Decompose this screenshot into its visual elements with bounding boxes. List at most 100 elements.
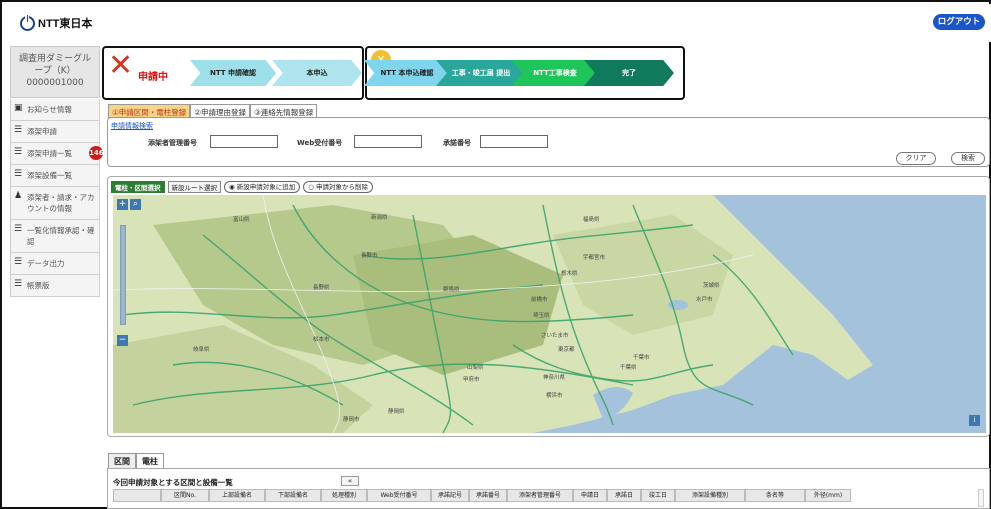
person-icon: ♟ bbox=[14, 191, 23, 201]
list-icon: ☰ bbox=[14, 257, 23, 267]
sidebar-item-data-output[interactable]: ☰ データ出力 bbox=[10, 253, 100, 275]
user-name: 調査用ダミーグループ（K） bbox=[18, 54, 91, 76]
current-step-x-icon: ✕ bbox=[108, 48, 134, 83]
monitor-icon: ▣ bbox=[14, 103, 23, 113]
column-header[interactable]: 添架者管理番号 bbox=[507, 489, 573, 502]
clear-button[interactable]: クリア bbox=[896, 152, 936, 165]
map-place-label: 岐阜県 bbox=[193, 347, 210, 353]
map-place-label: 埼玉県 bbox=[533, 313, 550, 319]
user-id: 0000001000 bbox=[26, 78, 84, 88]
step-main-application: 本申込 bbox=[272, 60, 362, 86]
new-route-select-button[interactable]: 新設ルート選択 bbox=[167, 181, 221, 193]
list-tabs: 区間 電柱 bbox=[108, 453, 164, 469]
step-ntt-review: NTT 申請確認 bbox=[190, 60, 276, 86]
search-panel: 申請情報検索 添架者管理番号 Web受付番号 承諾番号 クリア 検索 bbox=[107, 117, 990, 167]
add-to-application-radio[interactable]: ◉ 新設申請対象に追加 bbox=[224, 181, 301, 193]
column-header[interactable]: 承諾日 bbox=[607, 489, 641, 502]
sidebar-item-notices[interactable]: ▣ お知らせ情報 bbox=[10, 99, 100, 121]
map-place-label: 千葉市 bbox=[633, 355, 650, 361]
logout-button[interactable]: ログアウト bbox=[933, 14, 985, 30]
sidebar-item-label: 一覧化情報承認・確認 bbox=[27, 226, 95, 246]
map-place-label: 富山県 bbox=[233, 217, 250, 223]
web-reception-number-input[interactable] bbox=[354, 135, 422, 148]
table-title: 今回申請対象とする区間と設備一覧 bbox=[113, 478, 233, 487]
magnify-icon[interactable]: ⌕ bbox=[130, 199, 141, 210]
sidebar-item-label: 添架設備一覧 bbox=[27, 171, 72, 180]
sidebar-item-equipment-list[interactable]: ☰ 添架設備一覧 bbox=[10, 165, 100, 187]
step-ntt-inspection: NTT工事検査 bbox=[512, 60, 598, 86]
map-place-label: 長野県 bbox=[313, 285, 330, 291]
map-toolbar: 電柱・区間選択 新設ルート選択 ◉ 新設申請対象に追加 ○ 申請対象から削除 bbox=[111, 181, 373, 193]
sidebar: 調査用ダミーグループ（K） 0000001000 ▣ お知らせ情報 ☰ 添架申請… bbox=[10, 46, 104, 297]
list-icon: ☰ bbox=[14, 147, 23, 157]
column-header[interactable]: 承諾記号 bbox=[431, 489, 469, 502]
sidebar-item-approval[interactable]: ☰ 一覧化情報承認・確認 bbox=[10, 220, 100, 253]
column-header[interactable]: 条名等 bbox=[745, 489, 805, 502]
column-header[interactable]: 添架設備種別 bbox=[675, 489, 745, 502]
sidebar-item-label: 添架者・請求・アカウントの情報 bbox=[27, 193, 95, 213]
map-place-label: 新潟県 bbox=[371, 215, 388, 221]
step-ntt-main-review: NTT 本申込確認 bbox=[364, 60, 450, 86]
sidebar-item-account-info[interactable]: ♟ 添架者・請求・アカウントの情報 bbox=[10, 187, 100, 220]
map-place-label: 静岡市 bbox=[343, 417, 360, 423]
sidebar-item-label: データ出力 bbox=[27, 259, 65, 268]
map-panel: 電柱・区間選択 新設ルート選択 ◉ 新設申請対象に追加 ○ 申請対象から削除 +… bbox=[107, 176, 990, 437]
map-place-label: 前橋市 bbox=[531, 297, 548, 303]
info-icon[interactable]: i bbox=[969, 415, 980, 426]
field-label: 添架者管理番号 bbox=[148, 139, 197, 147]
sidebar-item-application[interactable]: ☰ 添架申請 bbox=[10, 121, 100, 143]
radio-label: 申請対象から削除 bbox=[316, 183, 368, 191]
remove-from-application-radio[interactable]: ○ 申請対象から削除 bbox=[303, 181, 373, 193]
sidebar-item-label: お知らせ情報 bbox=[27, 105, 72, 114]
zoom-slider[interactable] bbox=[120, 225, 126, 325]
map-place-label: 宇都宮市 bbox=[583, 255, 606, 261]
ntt-logo-icon bbox=[20, 14, 35, 31]
zoom-in-icon[interactable]: + bbox=[117, 199, 128, 210]
step-construction-report: 工事・竣工届 提出 bbox=[436, 60, 526, 86]
header: NTT東日本 ログアウト bbox=[4, 4, 991, 42]
column-header[interactable]: 承諾番号 bbox=[469, 489, 507, 502]
map-view[interactable]: + ⌕ − 新潟県 長野県 群馬県 栃木県 茨城県 埼玉県 東京都 神奈川県 千… bbox=[113, 195, 986, 433]
table-header-cell bbox=[113, 489, 161, 502]
map-place-label: 茨城県 bbox=[703, 283, 720, 289]
approval-number-input[interactable] bbox=[480, 135, 548, 148]
column-header[interactable]: 上部設備名 bbox=[209, 489, 265, 502]
column-header[interactable]: 申請日 bbox=[573, 489, 607, 502]
map-place-label: 神奈川県 bbox=[543, 375, 566, 381]
map-place-label: 松本市 bbox=[313, 337, 330, 343]
ntt-logo: NTT東日本 bbox=[20, 14, 92, 31]
sidebar-item-application-list[interactable]: ☰ 添架申請一覧 146 bbox=[10, 143, 104, 165]
column-header[interactable]: 処理種別 bbox=[321, 489, 367, 502]
list-icon: ☰ bbox=[14, 125, 23, 135]
collapse-button[interactable]: « bbox=[341, 476, 359, 486]
column-header[interactable]: 外径(mm) bbox=[805, 489, 851, 502]
list-icon: ☰ bbox=[14, 279, 23, 289]
search-button[interactable]: 検索 bbox=[951, 152, 985, 165]
table-scrollbar[interactable] bbox=[978, 489, 984, 507]
map-place-label: 栃木県 bbox=[561, 271, 578, 277]
step-applying: 申請中 bbox=[138, 72, 168, 83]
map-place-label: 群馬県 bbox=[443, 287, 460, 293]
field-label: 承諾番号 bbox=[443, 139, 471, 147]
zoom-out-icon[interactable]: − bbox=[117, 335, 128, 346]
column-header[interactable]: Web受付番号 bbox=[367, 489, 431, 502]
sidebar-item-forms[interactable]: ☰ 帳票版 bbox=[10, 275, 100, 297]
map-place-label: 水戸市 bbox=[696, 297, 713, 303]
tab-section[interactable]: 区間 bbox=[108, 453, 136, 469]
map-place-label: 静岡県 bbox=[388, 409, 405, 415]
map-place-label: 福島県 bbox=[583, 217, 600, 223]
radio-label: 新設申請対象に追加 bbox=[236, 183, 296, 191]
column-header[interactable]: 下部設備名 bbox=[265, 489, 321, 502]
progress-steps: ✕ 申請中 NTT 申請確認 本申込 ✕ NTT 本申込確認 工事・竣工届 提出… bbox=[102, 46, 685, 100]
map-place-label: 千葉県 bbox=[620, 365, 637, 371]
table-header: 区間No. 上部設備名 下部設備名 処理種別 Web受付番号 承諾記号 承諾番号… bbox=[113, 489, 851, 502]
tab-pole[interactable]: 電柱 bbox=[136, 453, 164, 469]
sidebar-item-label: 帳票版 bbox=[27, 281, 50, 290]
management-number-input[interactable] bbox=[210, 135, 278, 148]
column-header[interactable]: 区間No. bbox=[161, 489, 209, 502]
sidebar-item-label: 添架申請一覧 bbox=[27, 149, 72, 158]
search-title-link[interactable]: 申請情報検索 bbox=[111, 121, 153, 131]
column-header[interactable]: 竣工日 bbox=[641, 489, 675, 502]
pole-section-select-button[interactable]: 電柱・区間選択 bbox=[111, 181, 165, 193]
target-table-panel: 今回申請対象とする区間と設備一覧 « 区間No. 上部設備名 下部設備名 処理種… bbox=[107, 468, 990, 509]
